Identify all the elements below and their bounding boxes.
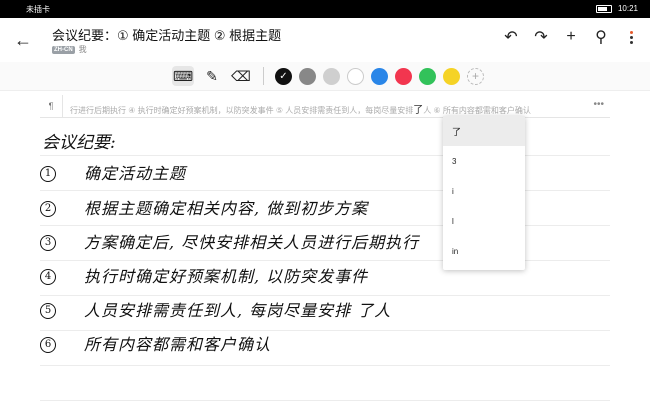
list-item: 根据主题确定相关内容, 做到初步方案	[84, 199, 369, 218]
candidate-text-head: 行进行后期执行 ④ 执行时确定好预案机制，以防突发事件 ⑤ 人员安排需责任到人，…	[70, 106, 414, 115]
candidate-highlight: 了	[413, 105, 424, 116]
candidate-option[interactable]: i	[443, 176, 525, 206]
ruled-line	[40, 295, 610, 296]
list-number: 5	[40, 299, 56, 319]
plus-icon[interactable]: +	[562, 28, 580, 46]
candidate-bar: ¶ 行进行后期执行 ④ 执行时确定好预案机制，以防突发事件 ⑤ 人员安排需责任到…	[40, 95, 610, 118]
carrier-text: 未插卡	[26, 5, 50, 14]
pen-toolbar: ⌨ ✎ ⌫ ✓ +	[0, 62, 650, 91]
color-swatch[interactable]	[323, 67, 340, 85]
color-swatch[interactable]	[419, 67, 436, 85]
list-number: 2	[40, 197, 56, 217]
color-swatch[interactable]	[347, 67, 364, 85]
note-title: 会议纪要:	[42, 133, 116, 153]
candidate-option[interactable]: 3	[443, 146, 525, 176]
list-number: 1	[40, 162, 56, 182]
more-horizontal-icon[interactable]: •••	[593, 99, 604, 110]
ruled-line	[40, 400, 610, 401]
page-title: 会议纪要：① 确定活动主题 ② 根据主题	[52, 28, 282, 43]
language-chip: ZH-CN	[52, 45, 75, 54]
list-item: 人员安排需责任到人, 每岗尽量安排 了人	[84, 301, 392, 320]
color-swatch[interactable]	[371, 67, 388, 85]
list-number: 4	[40, 265, 56, 285]
list-number: 3	[40, 231, 56, 251]
status-bar: 未插卡 10:21	[0, 0, 650, 18]
color-swatch[interactable]: ✓	[275, 67, 292, 85]
candidate-text-tail: 人 ⑥ 所有内容都需和客户确认	[423, 106, 531, 115]
candidate-option[interactable]: in	[443, 236, 525, 266]
back-arrow-icon[interactable]: ←	[14, 30, 32, 51]
paragraph-icon[interactable]: ¶	[40, 95, 63, 117]
color-swatch[interactable]	[395, 67, 412, 85]
list-item: 方案确定后, 尽快安排相关人员进行后期执行	[84, 233, 420, 252]
app-bar: ← 会议纪要：① 确定活动主题 ② 根据主题 ZH-CN 我 ↶ ↷ + ⚲	[0, 18, 650, 62]
pen-icon[interactable]: ✎	[201, 66, 223, 86]
candidate-text[interactable]: 行进行后期执行 ④ 执行时确定好预案机制，以防突发事件 ⑤ 人员安排需责任到人，…	[70, 101, 590, 116]
keyboard-icon[interactable]: ⌨	[172, 66, 194, 86]
ruled-line	[40, 365, 610, 366]
candidate-option[interactable]: 了	[443, 116, 525, 146]
color-swatch[interactable]	[299, 67, 316, 85]
redo-icon[interactable]: ↷	[532, 28, 550, 46]
language-indicator[interactable]: ZH-CN 我	[52, 44, 87, 55]
undo-icon[interactable]: ↶	[502, 28, 520, 46]
clock: 10:21	[617, 4, 638, 13]
candidate-option[interactable]: l	[443, 206, 525, 236]
list-item: 执行时确定好预案机制, 以防突发事件	[84, 267, 369, 286]
list-number: 6	[40, 333, 56, 353]
toolbar-divider	[263, 67, 264, 85]
battery-icon	[595, 4, 612, 13]
candidate-popup: 了 3 i l in	[443, 116, 525, 270]
language-text: 我	[78, 45, 87, 54]
add-color-icon[interactable]: +	[467, 67, 484, 85]
color-swatch[interactable]	[443, 67, 460, 85]
more-vertical-icon[interactable]	[622, 28, 640, 46]
search-icon[interactable]: ⚲	[592, 28, 610, 46]
eraser-icon[interactable]: ⌫	[230, 66, 252, 86]
list-item: 所有内容都需和客户确认	[84, 335, 272, 354]
list-item: 确定活动主题	[84, 164, 187, 183]
